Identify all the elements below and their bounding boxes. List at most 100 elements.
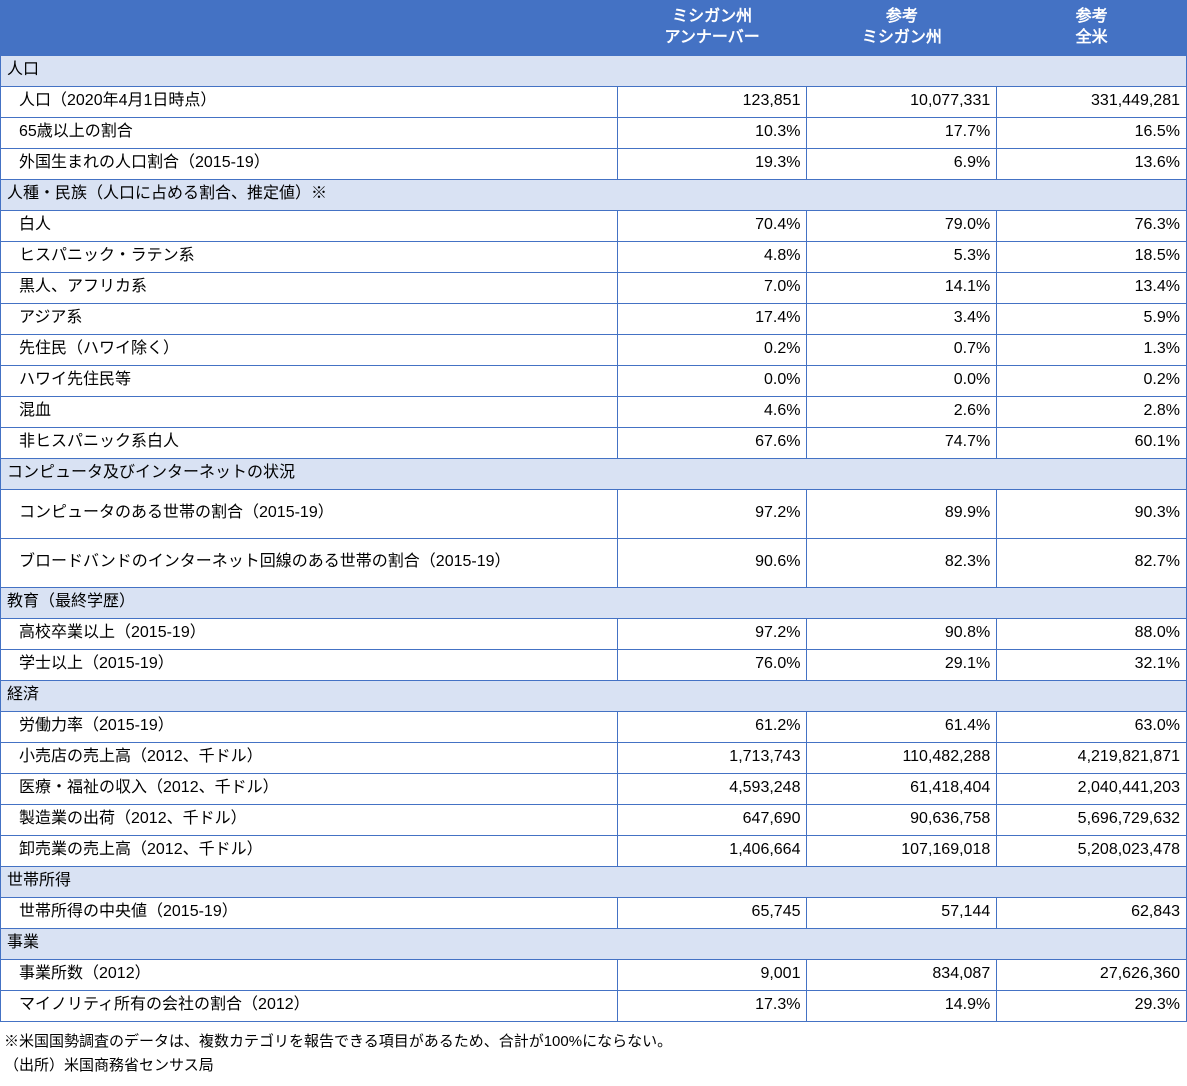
row-label: 学士以上（2015-19） xyxy=(1,649,618,680)
row-value: 5,208,023,478 xyxy=(997,835,1187,866)
row-value: 90.6% xyxy=(617,538,807,587)
table-row: 非ヒスパニック系白人67.6%74.7%60.1% xyxy=(1,427,1187,458)
row-value: 13.6% xyxy=(997,148,1187,179)
row-value: 4,593,248 xyxy=(617,773,807,804)
row-label: アジア系 xyxy=(1,303,618,334)
row-label: 製造業の出荷（2012、千ドル） xyxy=(1,804,618,835)
row-label: 外国生まれの人口割合（2015-19） xyxy=(1,148,618,179)
header-blank xyxy=(1,1,618,56)
row-label: ブロードバンドのインターネット回線のある世帯の割合（2015-19） xyxy=(1,538,618,587)
row-value: 4.6% xyxy=(617,396,807,427)
row-label: 事業所数（2012） xyxy=(1,959,618,990)
row-value: 76.0% xyxy=(617,649,807,680)
row-value: 90,636,758 xyxy=(807,804,997,835)
row-label: コンピュータのある世帯の割合（2015-19） xyxy=(1,489,618,538)
footnote-1: ※米国国勢調査のデータは、複数カテゴリを報告できる項目があるため、合計が100%… xyxy=(4,1030,1183,1054)
row-value: 5.9% xyxy=(997,303,1187,334)
section-row: 経済 xyxy=(1,680,1187,711)
row-value: 61.4% xyxy=(807,711,997,742)
section-title: 経済 xyxy=(1,680,1187,711)
section-row: 教育（最終学歴） xyxy=(1,587,1187,618)
footnotes: ※米国国勢調査のデータは、複数カテゴリを報告できる項目があるため、合計が100%… xyxy=(0,1022,1187,1086)
header-row: ミシガン州アンナーバー 参考ミシガン州 参考全米 xyxy=(1,1,1187,56)
table-row: ブロードバンドのインターネット回線のある世帯の割合（2015-19）90.6%8… xyxy=(1,538,1187,587)
row-value: 60.1% xyxy=(997,427,1187,458)
table-row: 小売店の売上高（2012、千ドル）1,713,743110,482,2884,2… xyxy=(1,742,1187,773)
section-row: コンピュータ及びインターネットの状況 xyxy=(1,458,1187,489)
table-row: 外国生まれの人口割合（2015-19）19.3%6.9%13.6% xyxy=(1,148,1187,179)
row-value: 123,851 xyxy=(617,86,807,117)
table-row: ヒスパニック・ラテン系4.8%5.3%18.5% xyxy=(1,241,1187,272)
table-row: 人口（2020年4月1日時点）123,85110,077,331331,449,… xyxy=(1,86,1187,117)
header-col-annarbor: ミシガン州アンナーバー xyxy=(617,1,807,56)
row-value: 90.8% xyxy=(807,618,997,649)
row-value: 7.0% xyxy=(617,272,807,303)
row-value: 17.3% xyxy=(617,990,807,1021)
row-value: 14.9% xyxy=(807,990,997,1021)
row-value: 57,144 xyxy=(807,897,997,928)
table-row: 医療・福祉の収入（2012、千ドル）4,593,24861,418,4042,0… xyxy=(1,773,1187,804)
row-value: 331,449,281 xyxy=(997,86,1187,117)
table-row: ハワイ先住民等0.0%0.0%0.2% xyxy=(1,365,1187,396)
section-row: 人口 xyxy=(1,55,1187,86)
table-row: 事業所数（2012）9,001834,08727,626,360 xyxy=(1,959,1187,990)
table-row: 学士以上（2015-19）76.0%29.1%32.1% xyxy=(1,649,1187,680)
row-label: 黒人、アフリカ系 xyxy=(1,272,618,303)
row-value: 0.7% xyxy=(807,334,997,365)
header-col-usa: 参考全米 xyxy=(997,1,1187,56)
section-title: 教育（最終学歴） xyxy=(1,587,1187,618)
row-value: 0.2% xyxy=(617,334,807,365)
row-value: 97.2% xyxy=(617,618,807,649)
row-label: 高校卒業以上（2015-19） xyxy=(1,618,618,649)
row-value: 29.1% xyxy=(807,649,997,680)
row-value: 79.0% xyxy=(807,210,997,241)
section-title: 人種・民族（人口に占める割合、推定値）※ xyxy=(1,179,1187,210)
row-label: 医療・福祉の収入（2012、千ドル） xyxy=(1,773,618,804)
row-value: 90.3% xyxy=(997,489,1187,538)
footnote-2: （出所）米国商務省センサス局 xyxy=(4,1054,1183,1078)
table-row: マイノリティ所有の会社の割合（2012）17.3%14.9%29.3% xyxy=(1,990,1187,1021)
row-value: 65,745 xyxy=(617,897,807,928)
row-value: 62,843 xyxy=(997,897,1187,928)
table-row: 高校卒業以上（2015-19）97.2%90.8%88.0% xyxy=(1,618,1187,649)
row-value: 9,001 xyxy=(617,959,807,990)
row-label: 白人 xyxy=(1,210,618,241)
table-row: 混血4.6%2.6%2.8% xyxy=(1,396,1187,427)
row-value: 89.9% xyxy=(807,489,997,538)
row-value: 14.1% xyxy=(807,272,997,303)
demographics-table: ミシガン州アンナーバー 参考ミシガン州 参考全米 人口人口（2020年4月1日時… xyxy=(0,0,1187,1022)
section-title: 世帯所得 xyxy=(1,866,1187,897)
table-row: 卸売業の売上高（2012、千ドル）1,406,664107,169,0185,2… xyxy=(1,835,1187,866)
section-row: 人種・民族（人口に占める割合、推定値）※ xyxy=(1,179,1187,210)
row-value: 10,077,331 xyxy=(807,86,997,117)
row-value: 3.4% xyxy=(807,303,997,334)
row-value: 4.8% xyxy=(617,241,807,272)
row-label: マイノリティ所有の会社の割合（2012） xyxy=(1,990,618,1021)
row-label: ヒスパニック・ラテン系 xyxy=(1,241,618,272)
table-row: 黒人、アフリカ系7.0%14.1%13.4% xyxy=(1,272,1187,303)
row-value: 13.4% xyxy=(997,272,1187,303)
row-value: 63.0% xyxy=(997,711,1187,742)
row-value: 27,626,360 xyxy=(997,959,1187,990)
row-label: 労働力率（2015-19） xyxy=(1,711,618,742)
row-value: 61,418,404 xyxy=(807,773,997,804)
row-value: 67.6% xyxy=(617,427,807,458)
row-label: 非ヒスパニック系白人 xyxy=(1,427,618,458)
row-value: 32.1% xyxy=(997,649,1187,680)
row-value: 6.9% xyxy=(807,148,997,179)
row-value: 107,169,018 xyxy=(807,835,997,866)
table-row: コンピュータのある世帯の割合（2015-19）97.2%89.9%90.3% xyxy=(1,489,1187,538)
row-label: 65歳以上の割合 xyxy=(1,117,618,148)
row-value: 2.8% xyxy=(997,396,1187,427)
row-label: 混血 xyxy=(1,396,618,427)
row-value: 17.7% xyxy=(807,117,997,148)
row-value: 1,713,743 xyxy=(617,742,807,773)
section-row: 事業 xyxy=(1,928,1187,959)
row-value: 16.5% xyxy=(997,117,1187,148)
row-value: 1,406,664 xyxy=(617,835,807,866)
row-value: 647,690 xyxy=(617,804,807,835)
table-row: アジア系17.4%3.4%5.9% xyxy=(1,303,1187,334)
row-value: 70.4% xyxy=(617,210,807,241)
row-value: 74.7% xyxy=(807,427,997,458)
table-row: 世帯所得の中央値（2015-19）65,74557,14462,843 xyxy=(1,897,1187,928)
